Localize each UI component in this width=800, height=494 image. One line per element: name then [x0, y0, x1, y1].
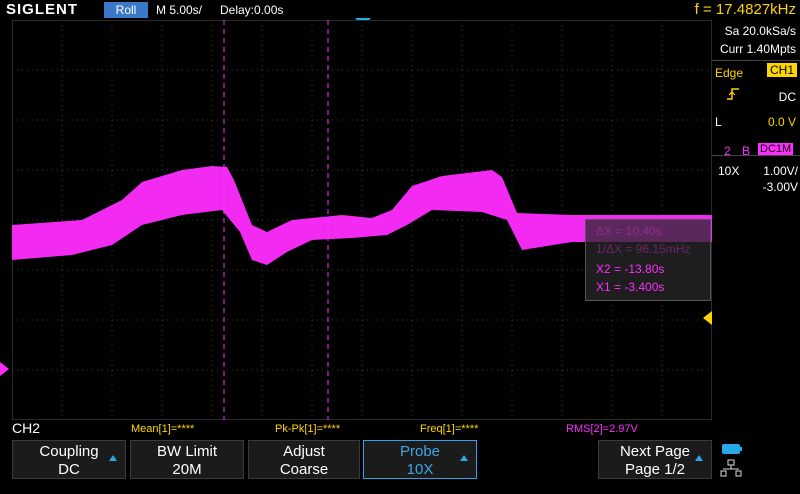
up-arrow-icon [460, 455, 468, 461]
delay-readout[interactable]: Delay:0.00s [220, 3, 283, 17]
measure-freq: Freq[1]=**** [420, 423, 479, 435]
network-icon [720, 459, 742, 477]
softkey-next-page-value: Page 1/2 [624, 461, 686, 478]
softkey-adjust-label: Adjust [283, 443, 325, 460]
trigger-level-label: L [715, 115, 722, 129]
ch2-scale: 1.00V/ [763, 164, 798, 178]
memory-depth: Curr 1.40Mpts [719, 42, 796, 56]
rising-edge-icon [726, 87, 740, 104]
measure-pkpk: Pk-Pk[1]=**** [275, 423, 341, 435]
brand-logo: SIGLENT [6, 1, 79, 18]
sample-rate: Sa 20.0kSa/s [724, 24, 796, 38]
ch2-offset-marker-icon[interactable] [0, 362, 9, 376]
ch2-number: 2 [724, 144, 731, 158]
ch2-settings-panel[interactable]: 2 B DC1M 10X 1.00V/ -3.00V [712, 142, 800, 198]
status-bar: SIGLENT Roll M 5.00s/ Delay:0.00s f = 17… [0, 0, 800, 20]
up-arrow-icon [109, 455, 117, 461]
ch2-probe: 10X [718, 164, 740, 178]
cursor-delta-x: ΔX = 10.40s [596, 224, 662, 238]
softkey-probe[interactable]: Probe 10X [363, 440, 477, 479]
system-status-icons [720, 442, 800, 480]
measure-mean: Mean[1]=**** [131, 423, 195, 435]
softkey-adjust-value: Coarse [279, 461, 329, 478]
trigger-level-value: 0.0 V [767, 115, 796, 129]
softkey-coupling[interactable]: Coupling DC [12, 440, 126, 479]
softkey-bw-limit-value: 20M [172, 461, 202, 478]
ch2-bw-flag: B [742, 144, 751, 158]
ch2-offset: -3.00V [762, 180, 798, 194]
measurement-bar: CH2 Mean[1]=**** Pk-Pk[1]=**** Freq[1]=*… [0, 420, 712, 438]
active-channel-label: CH2 [12, 420, 41, 436]
trigger-type: Edge [715, 66, 744, 80]
cursor-x2-value: X2 = -13.80s [596, 262, 665, 276]
softkey-adjust[interactable]: Adjust Coarse [248, 440, 360, 479]
cursor-inv-delta-x: 1/ΔX = 96.15mHz [596, 242, 691, 256]
info-panel: Sa 20.0kSa/s Curr 1.40Mpts Edge CH1 DC L… [712, 20, 800, 438]
cursor-readout-panel: ΔX = 10.40s 1/ΔX = 96.15mHz X2 = -13.80s… [585, 219, 711, 301]
softkey-coupling-value: DC [58, 461, 80, 478]
softkey-bw-limit[interactable]: BW Limit 20M [130, 440, 244, 479]
softkey-next-page[interactable]: Next Page Page 1/2 [598, 440, 712, 479]
frequency-counter: f = 17.4827kHz [694, 1, 796, 18]
timebase-readout[interactable]: M 5.00s/ [156, 3, 202, 17]
softkey-bw-limit-label: BW Limit [157, 443, 217, 460]
up-arrow-icon [695, 455, 703, 461]
softkey-probe-value: 10X [406, 461, 434, 478]
trigger-level-marker-icon[interactable] [703, 311, 712, 325]
acquisition-mode-badge[interactable]: Roll [104, 2, 148, 18]
trigger-coupling: DC [778, 90, 796, 104]
trigger-source-badge: CH1 [766, 63, 797, 77]
measure-rms: RMS[2]=2.97V [566, 423, 638, 435]
cursor-x1-value: X1 = -3.400s [596, 280, 665, 294]
ch2-coupling-badge: DC1M [758, 143, 794, 155]
